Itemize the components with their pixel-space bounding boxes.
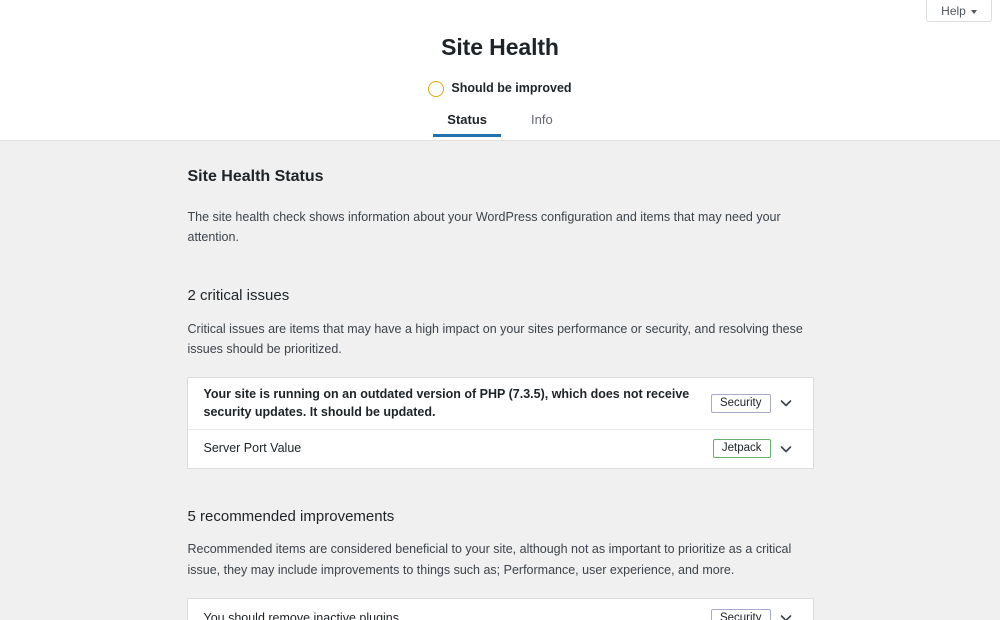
status-label: Should be improved: [451, 81, 572, 96]
page-body: Site Health Status The site health check…: [0, 141, 1000, 620]
status-badge: Security: [710, 393, 771, 413]
accordion-recommended-improvements: You should remove inactive plugins Secur…: [186, 597, 814, 620]
tab-info-label: Info: [531, 111, 553, 127]
content-column: Site Health Status The site health check…: [186, 141, 814, 620]
help-button-label: Help: [941, 3, 966, 18]
accordion-critical-issues: Your site is running on an outdated vers…: [186, 377, 814, 469]
accordion-row[interactable]: Your site is running on an outdated vers…: [188, 378, 813, 428]
accordion-row[interactable]: Server Port Value Jetpack: [187, 428, 813, 468]
accordion-row-label: Your site is running on an outdated vers…: [203, 387, 690, 420]
circle-outline-icon: [428, 80, 445, 97]
chevron-down-icon[interactable]: [771, 611, 801, 620]
section-title: Site Health Status: [187, 168, 324, 185]
section-description: The site health check shows information …: [187, 209, 781, 245]
chevron-down-icon: [970, 9, 977, 14]
tab-status-label: Status: [447, 111, 488, 127]
chevron-down-icon[interactable]: [771, 396, 801, 410]
help-tab-container: Help: [926, 0, 992, 22]
group-description-critical: Critical issues are items that may have …: [187, 321, 803, 357]
accordion-row-label: You should remove inactive plugins: [203, 611, 400, 620]
tab-status[interactable]: Status: [425, 113, 509, 137]
page-header: Help Site Health Should be improved Stat…: [0, 0, 1000, 141]
accordion-row-label: Server Port Value: [203, 441, 302, 456]
status-badge: Jetpack: [712, 439, 771, 459]
group-description-recommended: Recommended items are considered benefic…: [187, 542, 792, 577]
group-critical-issues: 2 critical issues Critical issues are it…: [186, 286, 814, 469]
chevron-down-icon[interactable]: [771, 442, 801, 456]
site-health-status-indicator: Should be improved: [0, 80, 1000, 97]
group-heading-critical: 2 critical issues: [187, 287, 290, 305]
tab-bar: Status Info: [0, 113, 1000, 137]
help-button[interactable]: Help: [926, 0, 992, 22]
status-badge: Security: [710, 608, 771, 620]
accordion-row[interactable]: You should remove inactive plugins Secur…: [188, 599, 813, 620]
tab-info[interactable]: Info: [509, 113, 575, 137]
group-heading-recommended: 5 recommended improvements: [187, 507, 395, 525]
page-title: Site Health: [441, 34, 559, 60]
group-recommended-improvements: 5 recommended improvements Recommended i…: [186, 507, 814, 620]
